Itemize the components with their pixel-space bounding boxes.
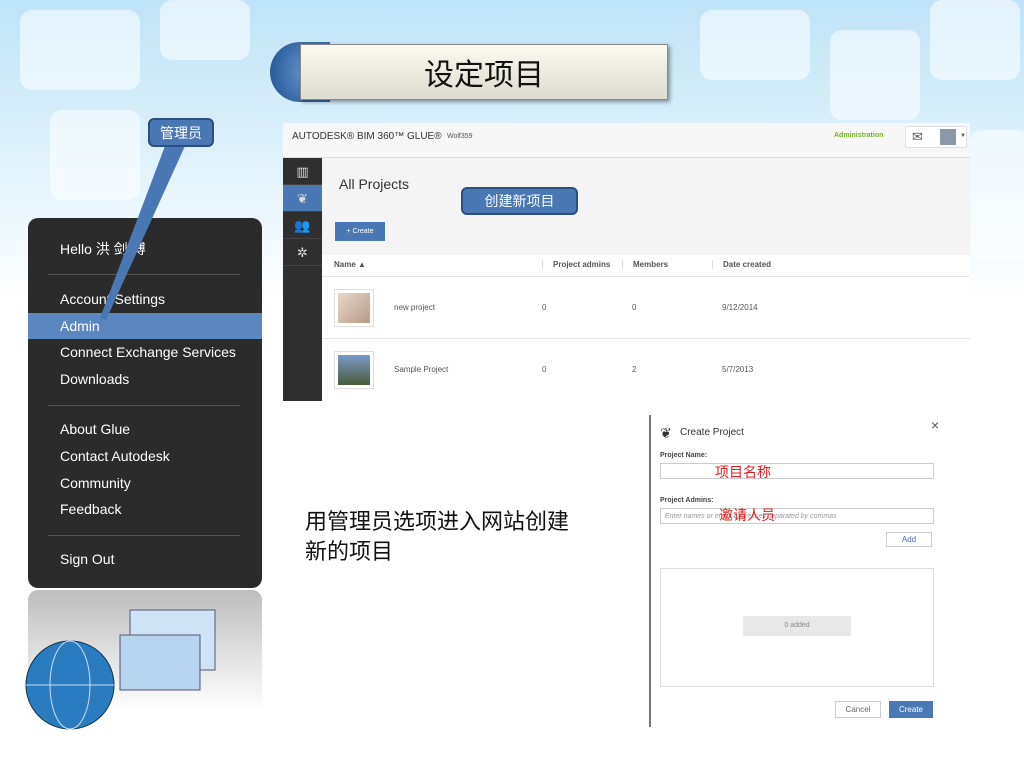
project-thumbnail: [334, 351, 374, 389]
project-date: 5/7/2013: [722, 365, 754, 374]
project-admins-label: Project Admins:: [660, 497, 714, 504]
project-admins-input[interactable]: Enter names or email addresses separated…: [660, 508, 934, 524]
project-icon: ❦: [660, 425, 672, 441]
glue-app-window: AUTODESK® BIM 360™ GLUE® Wolf359 Adminis…: [283, 123, 970, 401]
create-submit-button[interactable]: Create: [889, 701, 933, 718]
project-thumbnail: [334, 289, 374, 327]
administration-link[interactable]: Administration: [834, 132, 883, 139]
table-row[interactable]: Sample Project 0 2 5/7/2013: [322, 338, 970, 400]
table-row[interactable]: new project 0 0 9/12/2014: [322, 276, 970, 338]
chevron-down-icon[interactable]: ▼: [960, 133, 966, 139]
projects-icon[interactable]: ❦: [283, 185, 322, 212]
avatar[interactable]: [940, 129, 956, 145]
project-date: 9/12/2014: [722, 303, 758, 312]
callout-create-new: 创建新项目: [461, 187, 578, 215]
slide-caption: 用管理员选项进入网站创建 新的项目: [305, 508, 569, 568]
account-name: Wolf359: [447, 133, 473, 140]
project-members: 2: [632, 365, 637, 374]
dashboard-icon[interactable]: ▥: [283, 158, 322, 185]
callout-admin: 管理员: [148, 118, 214, 147]
sidebar: ▥ ❦ 👥 ✲: [283, 158, 322, 401]
project-members: 0: [632, 303, 637, 312]
project-admins: 0: [542, 303, 547, 312]
create-button[interactable]: + Create: [335, 222, 385, 241]
settings-gear-icon[interactable]: ✲: [283, 239, 322, 266]
project-name[interactable]: new project: [394, 303, 435, 312]
brand-logo: AUTODESK® BIM 360™ GLUE®: [292, 131, 442, 142]
close-icon[interactable]: ×: [931, 417, 939, 433]
project-admins-annotation: 邀请人员: [719, 508, 775, 524]
added-count: 0 added: [743, 616, 851, 636]
header-actions: ✉ ▼: [905, 126, 967, 148]
dialog-title: Create Project: [680, 427, 744, 438]
column-members[interactable]: Members: [622, 260, 668, 269]
cancel-button[interactable]: Cancel: [835, 701, 881, 718]
project-name-input[interactable]: [660, 463, 934, 479]
project-name-label: Project Name:: [660, 452, 708, 459]
add-button[interactable]: Add: [886, 532, 932, 547]
caption-line: 新的项目: [305, 540, 394, 565]
mail-icon[interactable]: ✉: [912, 129, 923, 145]
column-name[interactable]: Name ▲: [334, 260, 366, 269]
project-name-annotation: 项目名称: [715, 465, 771, 481]
caption-line: 用管理员选项进入网站创建: [305, 510, 570, 535]
column-date[interactable]: Date created: [712, 260, 771, 269]
added-list: 0 added: [660, 568, 934, 687]
project-name[interactable]: Sample Project: [394, 365, 448, 374]
create-project-dialog: ❦ Create Project × Project Name: 项目名称 Pr…: [649, 415, 949, 727]
page-title: All Projects: [339, 176, 410, 192]
project-admins: 0: [542, 365, 547, 374]
projects-table: Name ▲ Project admins Members Date creat…: [322, 255, 970, 401]
users-icon[interactable]: 👥: [283, 212, 322, 239]
column-admins[interactable]: Project admins: [542, 260, 610, 269]
